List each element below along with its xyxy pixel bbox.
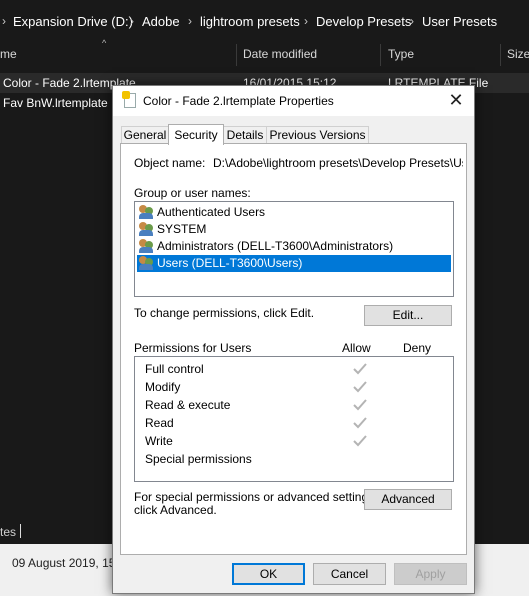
permission-row: Special permissions	[145, 450, 455, 468]
list-item[interactable]: Authenticated Users	[137, 204, 451, 221]
special-permissions-text: click Advanced.	[134, 503, 217, 517]
users-icon	[139, 222, 155, 237]
group-name: Users (DELL-T3600\Users)	[157, 256, 303, 270]
breadcrumb-item[interactable]: lightroom presets	[200, 14, 300, 29]
permission-row: Read	[145, 414, 455, 432]
column-divider[interactable]	[500, 44, 501, 66]
permission-name: Full control	[145, 362, 204, 376]
edit-button[interactable]: Edit...	[364, 305, 452, 326]
object-name-label: Object name:	[134, 156, 206, 170]
permission-row: Write	[145, 432, 455, 450]
close-icon[interactable]: ✕	[444, 89, 468, 113]
users-icon	[139, 205, 155, 220]
change-permissions-text: To change permissions, click Edit.	[134, 306, 315, 320]
ok-button[interactable]: OK	[232, 563, 305, 585]
breadcrumb-item[interactable]: User Presets	[422, 14, 497, 29]
breadcrumb-item[interactable]: Expansion Drive (D:)	[13, 14, 133, 29]
column-header-size[interactable]: Size	[507, 47, 529, 61]
chevron-right-icon: ›	[130, 14, 134, 28]
tab-general[interactable]: General	[121, 126, 169, 144]
column-header-type[interactable]: Type	[388, 47, 414, 61]
column-header-date[interactable]: Date modified	[243, 47, 317, 61]
permission-row: Modify	[145, 378, 455, 396]
allow-column-label: Allow	[342, 341, 371, 355]
list-item[interactable]: Administrators (DELL-T3600\Administrator…	[137, 238, 451, 255]
group-name: Administrators (DELL-T3600\Administrator…	[157, 239, 394, 253]
chevron-right-icon: ›	[2, 14, 6, 28]
address-bar[interactable]: › Expansion Drive (D:) › Adobe › lightro…	[0, 0, 529, 44]
check-icon	[353, 434, 367, 448]
status-divider	[20, 524, 21, 538]
apply-button[interactable]: Apply	[394, 563, 467, 585]
permission-row: Full control	[145, 360, 455, 378]
column-divider[interactable]	[236, 44, 237, 66]
permission-name: Modify	[145, 380, 181, 394]
dialog-title: Color - Fade 2.lrtemplate Properties	[143, 94, 334, 108]
check-icon	[353, 362, 367, 376]
status-text: tes	[0, 525, 17, 539]
tab-security[interactable]: Security	[168, 124, 224, 145]
cancel-button[interactable]: Cancel	[313, 563, 386, 585]
breadcrumb-item[interactable]: Adobe	[142, 14, 180, 29]
permissions-label: Permissions for Users	[134, 341, 252, 355]
group-name: SYSTEM	[157, 222, 207, 236]
permission-name: Read & execute	[145, 398, 231, 412]
permissions-list[interactable]: Full control Modify Read & execute Read …	[134, 356, 454, 482]
tab-previous-versions[interactable]: Previous Versions	[266, 126, 369, 144]
users-icon	[139, 239, 155, 254]
column-header-row: me Date modified Type Size	[0, 44, 529, 66]
column-header-name[interactable]: me	[0, 47, 17, 61]
permission-name: Special permissions	[145, 452, 252, 466]
group-names-label: Group or user names:	[134, 186, 251, 200]
check-icon	[353, 416, 367, 430]
properties-dialog: Color - Fade 2.lrtemplate Properties ✕ G…	[112, 85, 475, 594]
advanced-button[interactable]: Advanced	[364, 489, 452, 510]
permission-name: Read	[145, 416, 174, 430]
group-list[interactable]: Authenticated Users SYSTEM Administrator…	[134, 201, 454, 297]
users-icon	[139, 256, 155, 271]
permission-row: Read & execute	[145, 396, 455, 414]
chevron-right-icon: ›	[188, 14, 192, 28]
list-item-selected[interactable]: Users (DELL-T3600\Users)	[137, 255, 451, 272]
file-name: Fav BnW.lrtemplate	[3, 96, 108, 110]
background-date-text: 09 August 2019, 15:2	[12, 556, 126, 570]
check-icon	[353, 398, 367, 412]
security-panel: Object name: D:\Adobe\lightroom presets\…	[120, 143, 467, 555]
tab-details[interactable]: Details	[223, 126, 267, 144]
group-name: Authenticated Users	[157, 205, 266, 219]
permission-name: Write	[145, 434, 173, 448]
list-item[interactable]: SYSTEM	[137, 221, 451, 238]
column-divider[interactable]	[380, 44, 381, 66]
chevron-right-icon: ›	[410, 14, 414, 28]
object-name-value: D:\Adobe\lightroom presets\Develop Prese…	[213, 156, 463, 170]
chevron-right-icon: ›	[304, 14, 308, 28]
deny-column-label: Deny	[403, 341, 432, 355]
check-icon	[353, 380, 367, 394]
file-icon	[122, 91, 136, 108]
special-permissions-text: For special permissions or advanced sett…	[134, 490, 378, 504]
breadcrumb-item[interactable]: Develop Presets	[316, 14, 411, 29]
dialog-titlebar[interactable]: Color - Fade 2.lrtemplate Properties ✕	[113, 86, 474, 116]
